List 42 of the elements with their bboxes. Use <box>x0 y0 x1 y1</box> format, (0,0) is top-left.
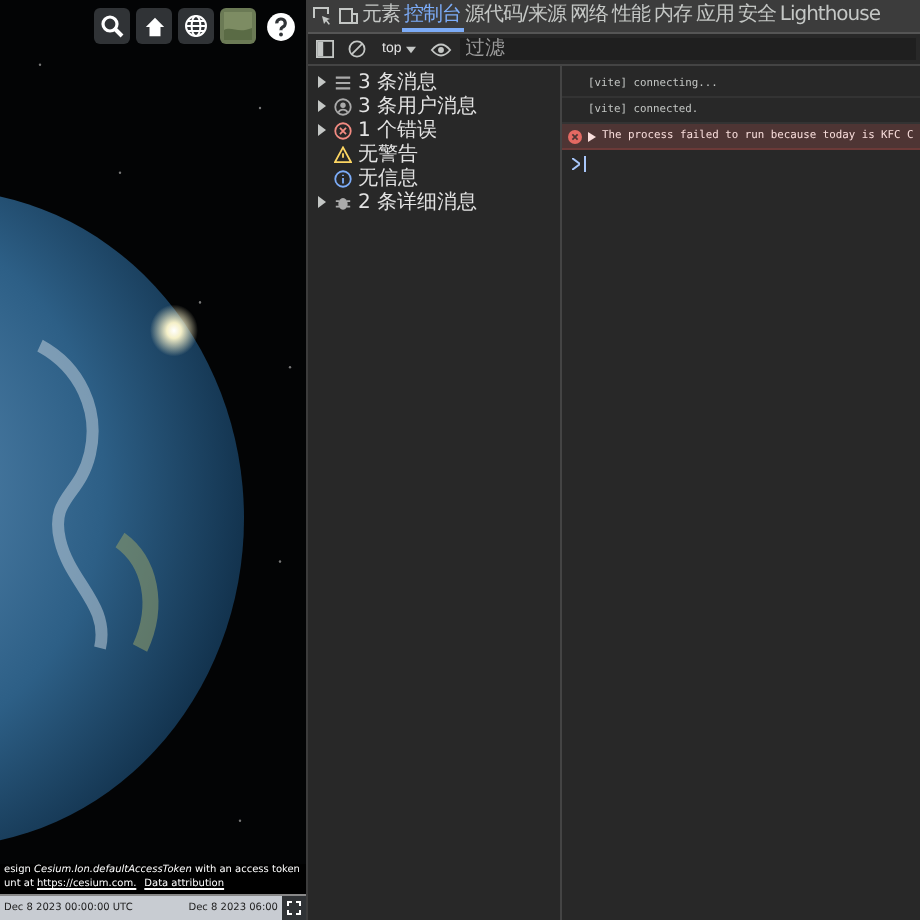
devtools-tab[interactable]: 应用 <box>693 0 736 32</box>
sidebar-item[interactable]: 3 条消息 <box>308 70 560 94</box>
sidebar-toggle-button[interactable] <box>312 35 338 63</box>
caret-icon <box>405 45 416 53</box>
globe-button[interactable] <box>178 8 214 44</box>
user-icon <box>334 97 352 115</box>
sidebar-item-label: 无信息 <box>358 165 418 191</box>
inspect-element-button[interactable] <box>308 2 334 30</box>
clear-console-button[interactable] <box>344 35 370 63</box>
sidebar-item-label: 3 条用户消息 <box>358 93 478 120</box>
bug-icon <box>334 193 352 211</box>
devtools-tab[interactable]: Lighthouse <box>777 0 882 32</box>
devtools-tab[interactable]: 性能 <box>609 0 652 32</box>
devtools-tab[interactable]: 安全 <box>735 0 778 32</box>
devtools-tab[interactable]: 控制台 <box>402 0 463 32</box>
sidebar-item[interactable]: 无信息 <box>308 166 560 190</box>
sidebar-item-label: 无警告 <box>358 141 418 167</box>
expand-arrow-icon[interactable] <box>588 131 596 141</box>
devtools-tab[interactable]: 源代码/来源 <box>463 0 568 32</box>
filter-field[interactable]: 过滤 <box>459 38 916 60</box>
list-icon <box>334 73 352 91</box>
sidebar-item-label: 2 条详细消息 <box>358 189 478 216</box>
error-icon <box>568 129 582 143</box>
devtools-tab[interactable]: 内存 <box>651 0 694 32</box>
prompt-chevron-icon <box>572 158 580 170</box>
sidebar-item[interactable]: 2 条详细消息 <box>308 190 560 214</box>
sidebar-item-label: 3 条消息 <box>358 69 438 95</box>
imagery-button[interactable] <box>220 8 256 44</box>
fullscreen-button[interactable] <box>282 896 306 920</box>
error-icon <box>334 121 352 139</box>
devtools-tab[interactable]: 网络 <box>567 0 610 32</box>
warning-icon <box>334 145 352 163</box>
sidebar-item[interactable]: 无警告 <box>308 142 560 166</box>
help-button[interactable] <box>262 8 298 44</box>
home-button[interactable] <box>136 8 172 44</box>
devtools-tab[interactable]: 元素 <box>360 0 402 32</box>
sidebar-item[interactable]: 3 条用户消息 <box>308 94 560 118</box>
info-icon <box>334 169 352 187</box>
sidebar-item[interactable]: 1 个错误 <box>308 118 560 142</box>
device-toolbar-button[interactable] <box>334 2 360 30</box>
sidebar-item-label: 1 个错误 <box>358 118 438 143</box>
search-button[interactable] <box>94 8 130 44</box>
